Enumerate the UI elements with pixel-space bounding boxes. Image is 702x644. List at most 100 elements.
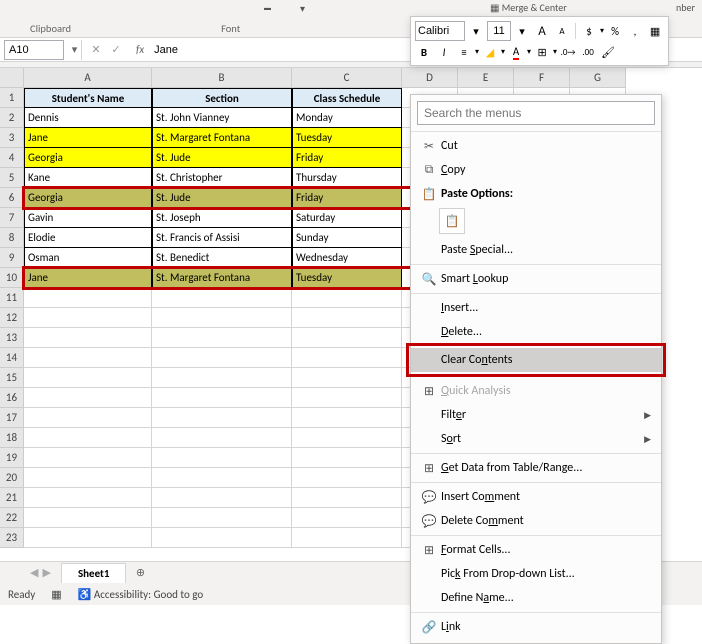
cell[interactable]: Saturday bbox=[292, 208, 402, 228]
cell[interactable] bbox=[24, 528, 152, 548]
menu-filter[interactable]: Filter▶ bbox=[411, 403, 661, 427]
menu-format-cells[interactable]: ⊞Format Cells... bbox=[411, 538, 661, 562]
tab-next-icon[interactable]: ▶ bbox=[42, 566, 50, 579]
row-header[interactable]: 6 bbox=[0, 188, 24, 208]
menu-cut[interactable]: ✂Cut bbox=[411, 134, 661, 158]
menu-delete[interactable]: Delete... bbox=[411, 320, 661, 344]
cell[interactable]: Jane bbox=[24, 268, 152, 288]
tab-prev-icon[interactable]: ◀ bbox=[30, 566, 38, 579]
column-header[interactable]: G bbox=[570, 68, 626, 88]
row-header[interactable]: 11 bbox=[0, 288, 24, 308]
cell[interactable]: St. Jude bbox=[152, 148, 292, 168]
menu-copy[interactable]: ⧉Copy bbox=[411, 158, 661, 182]
cell[interactable] bbox=[292, 308, 402, 328]
menu-delete-comment[interactable]: 💬Delete Comment bbox=[411, 509, 661, 533]
cell[interactable]: Sunday bbox=[292, 228, 402, 248]
row-header[interactable]: 1 bbox=[0, 88, 24, 108]
cell[interactable] bbox=[292, 488, 402, 508]
percent-icon[interactable]: % bbox=[606, 22, 624, 40]
cell[interactable] bbox=[24, 488, 152, 508]
cell[interactable]: St. Christopher bbox=[152, 168, 292, 188]
row-header[interactable]: 4 bbox=[0, 148, 24, 168]
cell[interactable]: Student's Name bbox=[24, 88, 152, 108]
menu-insert-comment[interactable]: 💬Insert Comment bbox=[411, 485, 661, 509]
fx-icon[interactable]: fx bbox=[130, 43, 150, 56]
cell[interactable]: Georgia bbox=[24, 148, 152, 168]
cell[interactable] bbox=[24, 408, 152, 428]
cell[interactable] bbox=[152, 328, 292, 348]
add-sheet-button[interactable]: ⊕ bbox=[130, 563, 150, 583]
cell[interactable] bbox=[24, 468, 152, 488]
menu-clear-contents[interactable]: Clear Contents bbox=[411, 348, 661, 372]
cell[interactable]: St. Margaret Fontana bbox=[152, 128, 292, 148]
menu-insert[interactable]: Insert... bbox=[411, 296, 661, 320]
decimal-dec-icon[interactable]: .00 bbox=[579, 43, 597, 61]
align-icon[interactable]: ≡ bbox=[455, 43, 473, 61]
cell[interactable]: Thursday bbox=[292, 168, 402, 188]
menu-link[interactable]: 🔗Link bbox=[411, 615, 661, 639]
mini-font-name[interactable] bbox=[415, 21, 465, 41]
cell[interactable] bbox=[24, 368, 152, 388]
cell[interactable]: St. Joseph bbox=[152, 208, 292, 228]
row-header[interactable]: 3 bbox=[0, 128, 24, 148]
cell[interactable] bbox=[292, 508, 402, 528]
cell[interactable] bbox=[152, 448, 292, 468]
cell[interactable]: Wednesday bbox=[292, 248, 402, 268]
cell[interactable] bbox=[24, 388, 152, 408]
cell[interactable]: Georgia bbox=[24, 188, 152, 208]
row-header[interactable]: 17 bbox=[0, 408, 24, 428]
row-header[interactable]: 19 bbox=[0, 448, 24, 468]
cell[interactable] bbox=[292, 328, 402, 348]
cell[interactable]: Jane bbox=[24, 128, 152, 148]
cell[interactable]: Osman bbox=[24, 248, 152, 268]
cell[interactable] bbox=[292, 468, 402, 488]
font-color-icon[interactable]: A bbox=[507, 43, 525, 61]
cell[interactable] bbox=[292, 528, 402, 548]
row-header[interactable]: 14 bbox=[0, 348, 24, 368]
fill-color-icon[interactable]: ◢ bbox=[481, 43, 499, 61]
border-icon[interactable]: ⊞ bbox=[533, 43, 551, 61]
cell[interactable] bbox=[152, 488, 292, 508]
row-header[interactable]: 9 bbox=[0, 248, 24, 268]
cell[interactable] bbox=[24, 328, 152, 348]
cell[interactable] bbox=[292, 448, 402, 468]
column-header[interactable]: C bbox=[292, 68, 402, 88]
menu-define-name[interactable]: Define Name... bbox=[411, 586, 661, 610]
cell[interactable]: St. Francis of Assisi bbox=[152, 228, 292, 248]
select-all-corner[interactable] bbox=[0, 68, 24, 88]
cell[interactable] bbox=[152, 368, 292, 388]
cancel-formula-icon[interactable]: ✕ bbox=[88, 43, 104, 56]
cell[interactable] bbox=[152, 408, 292, 428]
dropdown-icon[interactable]: ▾ bbox=[513, 22, 531, 40]
increase-font-icon[interactable]: A bbox=[533, 22, 551, 40]
cell[interactable] bbox=[24, 508, 152, 528]
accept-formula-icon[interactable]: ✓ bbox=[108, 43, 124, 56]
menu-sort[interactable]: Sort▶ bbox=[411, 427, 661, 451]
cell[interactable] bbox=[24, 308, 152, 328]
row-header[interactable]: 23 bbox=[0, 528, 24, 548]
row-header[interactable]: 12 bbox=[0, 308, 24, 328]
row-header[interactable]: 21 bbox=[0, 488, 24, 508]
column-header[interactable]: B bbox=[152, 68, 292, 88]
menu-pick-list[interactable]: Pick From Drop-down List... bbox=[411, 562, 661, 586]
row-header[interactable]: 22 bbox=[0, 508, 24, 528]
bold-button[interactable]: B bbox=[415, 43, 433, 61]
cell[interactable]: Friday bbox=[292, 188, 402, 208]
cell[interactable]: St. Jude bbox=[152, 188, 292, 208]
mini-font-size[interactable] bbox=[487, 21, 511, 41]
cell[interactable]: Dennis bbox=[24, 108, 152, 128]
decrease-font-icon[interactable]: A bbox=[553, 22, 571, 40]
row-header[interactable]: 20 bbox=[0, 468, 24, 488]
menu-search-input[interactable] bbox=[417, 101, 655, 125]
cell[interactable]: Friday bbox=[292, 148, 402, 168]
cell[interactable] bbox=[292, 388, 402, 408]
comma-icon[interactable]: , bbox=[626, 22, 644, 40]
row-header[interactable]: 13 bbox=[0, 328, 24, 348]
cell[interactable] bbox=[292, 288, 402, 308]
row-header[interactable]: 10 bbox=[0, 268, 24, 288]
status-accessibility[interactable]: ♿ Accessibility: Good to go bbox=[78, 588, 203, 601]
sheet-tab[interactable]: Sheet1 bbox=[61, 563, 127, 583]
cell[interactable] bbox=[152, 508, 292, 528]
cell[interactable]: St. Benedict bbox=[152, 248, 292, 268]
cell[interactable] bbox=[292, 408, 402, 428]
